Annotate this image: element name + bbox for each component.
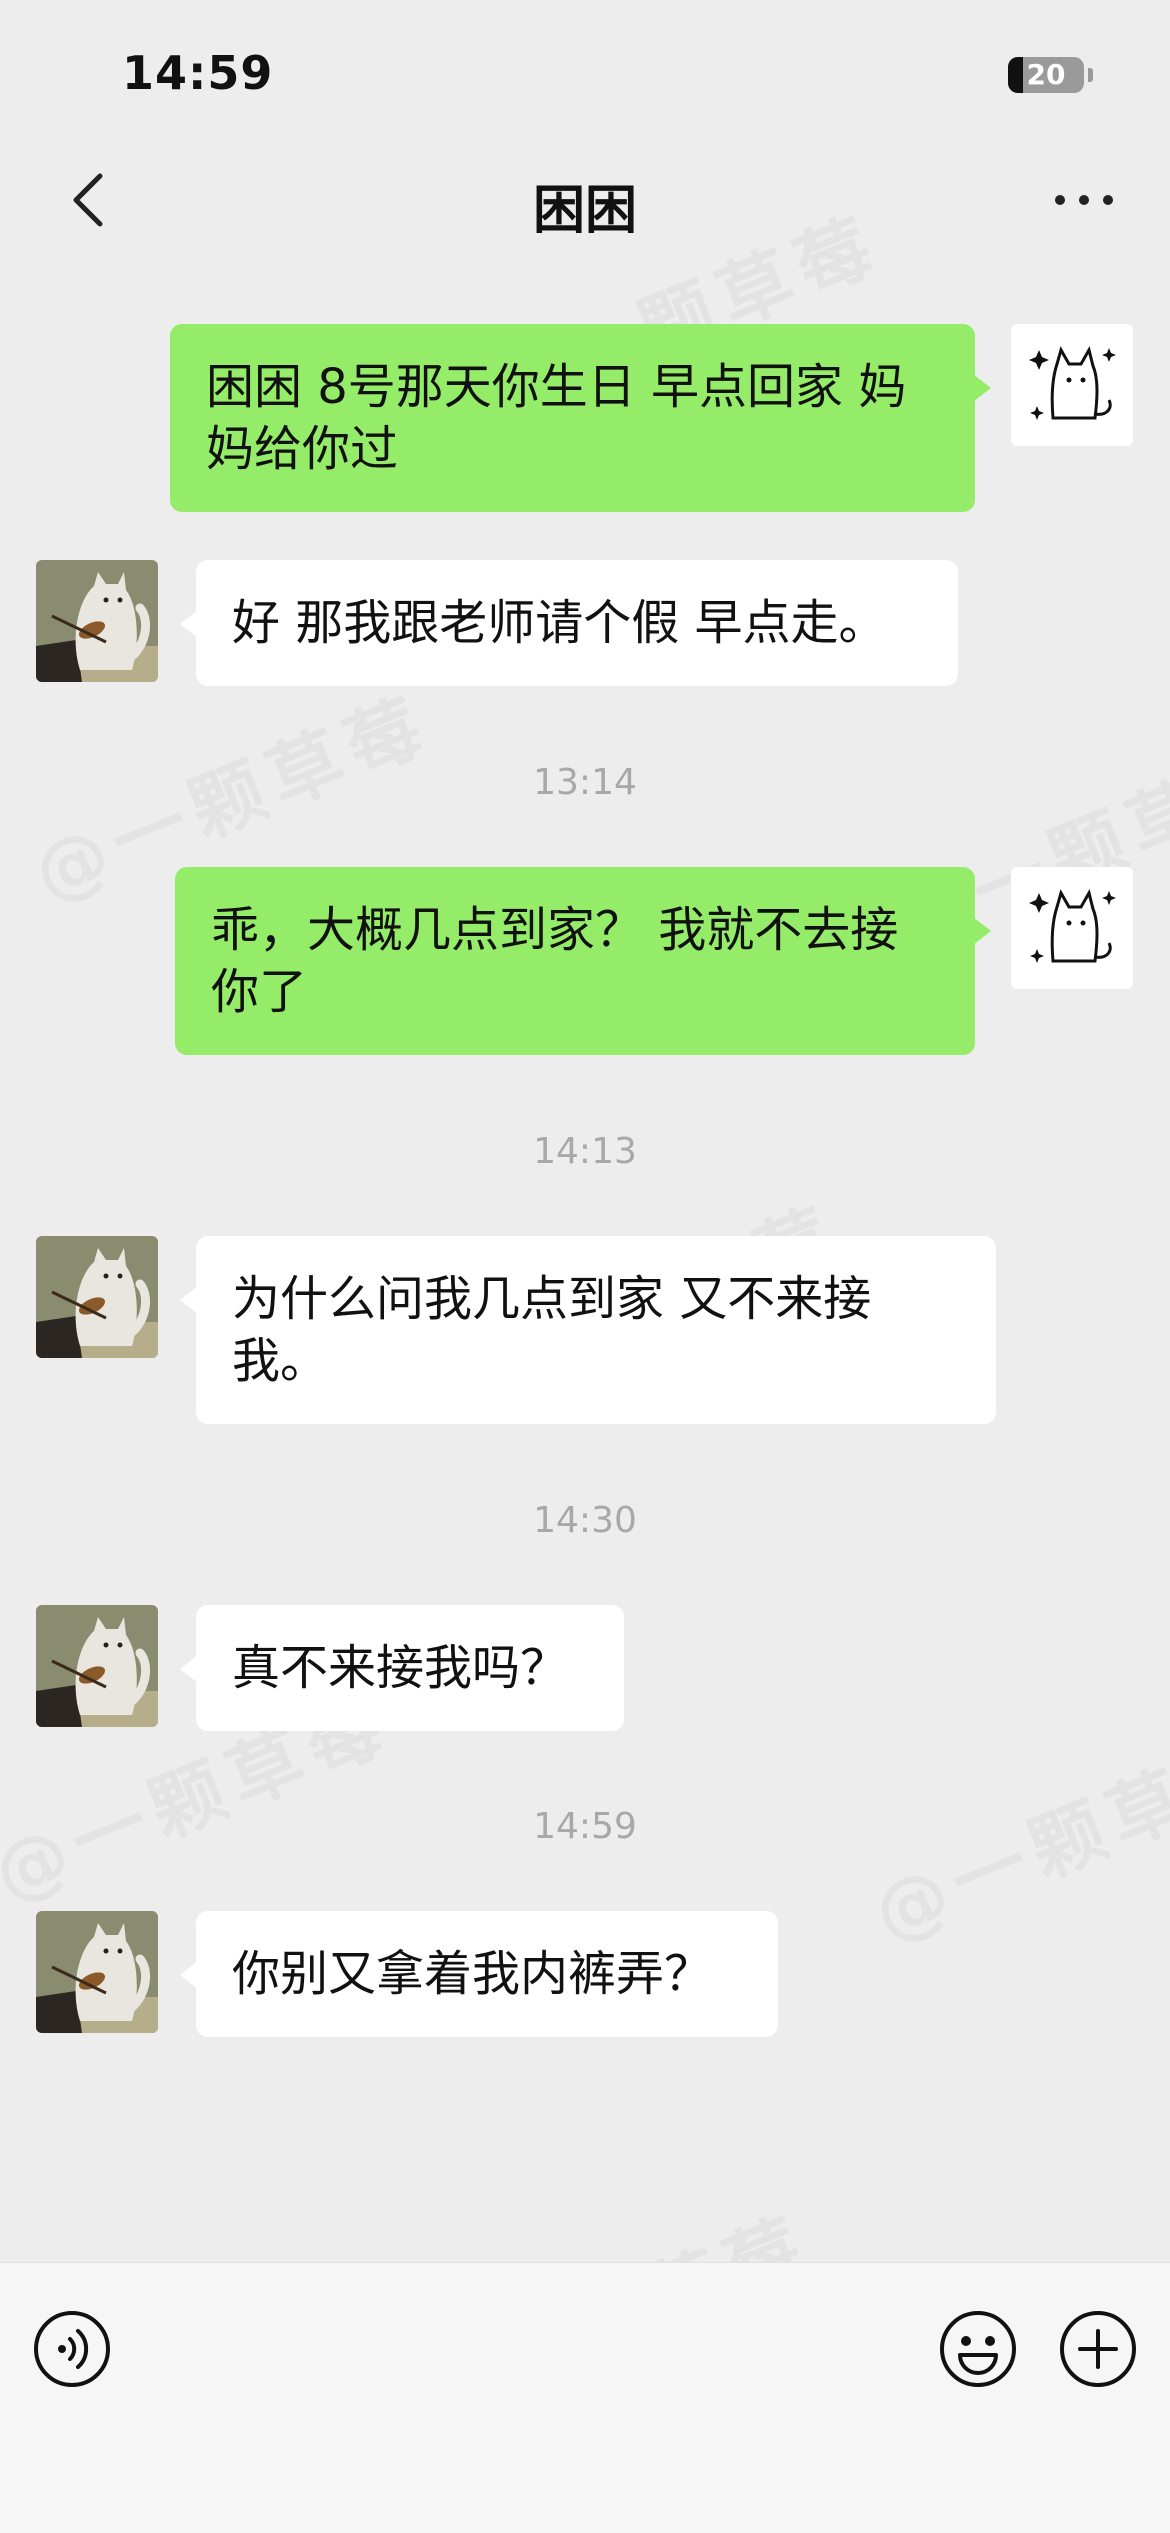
voice-icon	[34, 2311, 110, 2387]
input-bar	[0, 2262, 1170, 2533]
battery-level: 20	[1026, 58, 1066, 91]
timestamp: 13:14	[533, 762, 637, 803]
message-input[interactable]	[146, 2293, 906, 2439]
contact-avatar[interactable]	[36, 1605, 158, 1727]
chat-header: 困困	[0, 150, 1170, 250]
voice-button[interactable]	[32, 2309, 112, 2389]
status-bar: 14:59 20	[0, 0, 1170, 150]
contact-avatar[interactable]	[36, 1236, 158, 1358]
emoji-icon	[940, 2311, 1016, 2387]
message-bubble-outgoing[interactable]: 乖，大概几点到家？ 我就不去接你了	[175, 867, 991, 1055]
message-bubble-incoming[interactable]: 好 那我跟老师请个假 早点走。	[180, 560, 958, 686]
message-bubble-incoming[interactable]: 你别又拿着我内裤弄？	[180, 1911, 778, 2037]
contact-avatar[interactable]	[36, 1911, 158, 2033]
my-avatar[interactable]	[1011, 324, 1133, 446]
cat-violin-avatar-icon	[36, 1911, 158, 2033]
cat-doodle-avatar-icon	[1011, 324, 1133, 446]
timestamp: 14:30	[533, 1500, 637, 1541]
plus-button[interactable]	[1058, 2309, 1138, 2389]
ellipsis-icon	[1055, 195, 1113, 205]
timestamp: 14:13	[533, 1131, 637, 1172]
more-button[interactable]	[1046, 168, 1122, 232]
cat-violin-avatar-icon	[36, 560, 158, 682]
message-bubble-incoming[interactable]: 真不来接我吗？	[180, 1605, 624, 1731]
battery-icon: 20	[1008, 57, 1084, 93]
cat-violin-avatar-icon	[36, 1605, 158, 1727]
cat-violin-avatar-icon	[36, 1236, 158, 1358]
cat-doodle-avatar-icon	[1011, 867, 1133, 989]
status-time: 14:59	[122, 46, 274, 100]
contact-avatar[interactable]	[36, 560, 158, 682]
battery-cap	[1088, 68, 1093, 82]
my-avatar[interactable]	[1011, 867, 1133, 989]
emoji-button[interactable]	[938, 2309, 1018, 2389]
timestamp: 14:59	[533, 1806, 637, 1847]
chat-title: 困困	[532, 181, 637, 241]
message-bubble-incoming[interactable]: 为什么问我几点到家 又不来接我。	[180, 1236, 996, 1424]
plus-icon	[1060, 2311, 1136, 2387]
message-bubble-outgoing[interactable]: 困困 8号那天你生日 早点回家 妈妈给你过	[170, 324, 991, 512]
